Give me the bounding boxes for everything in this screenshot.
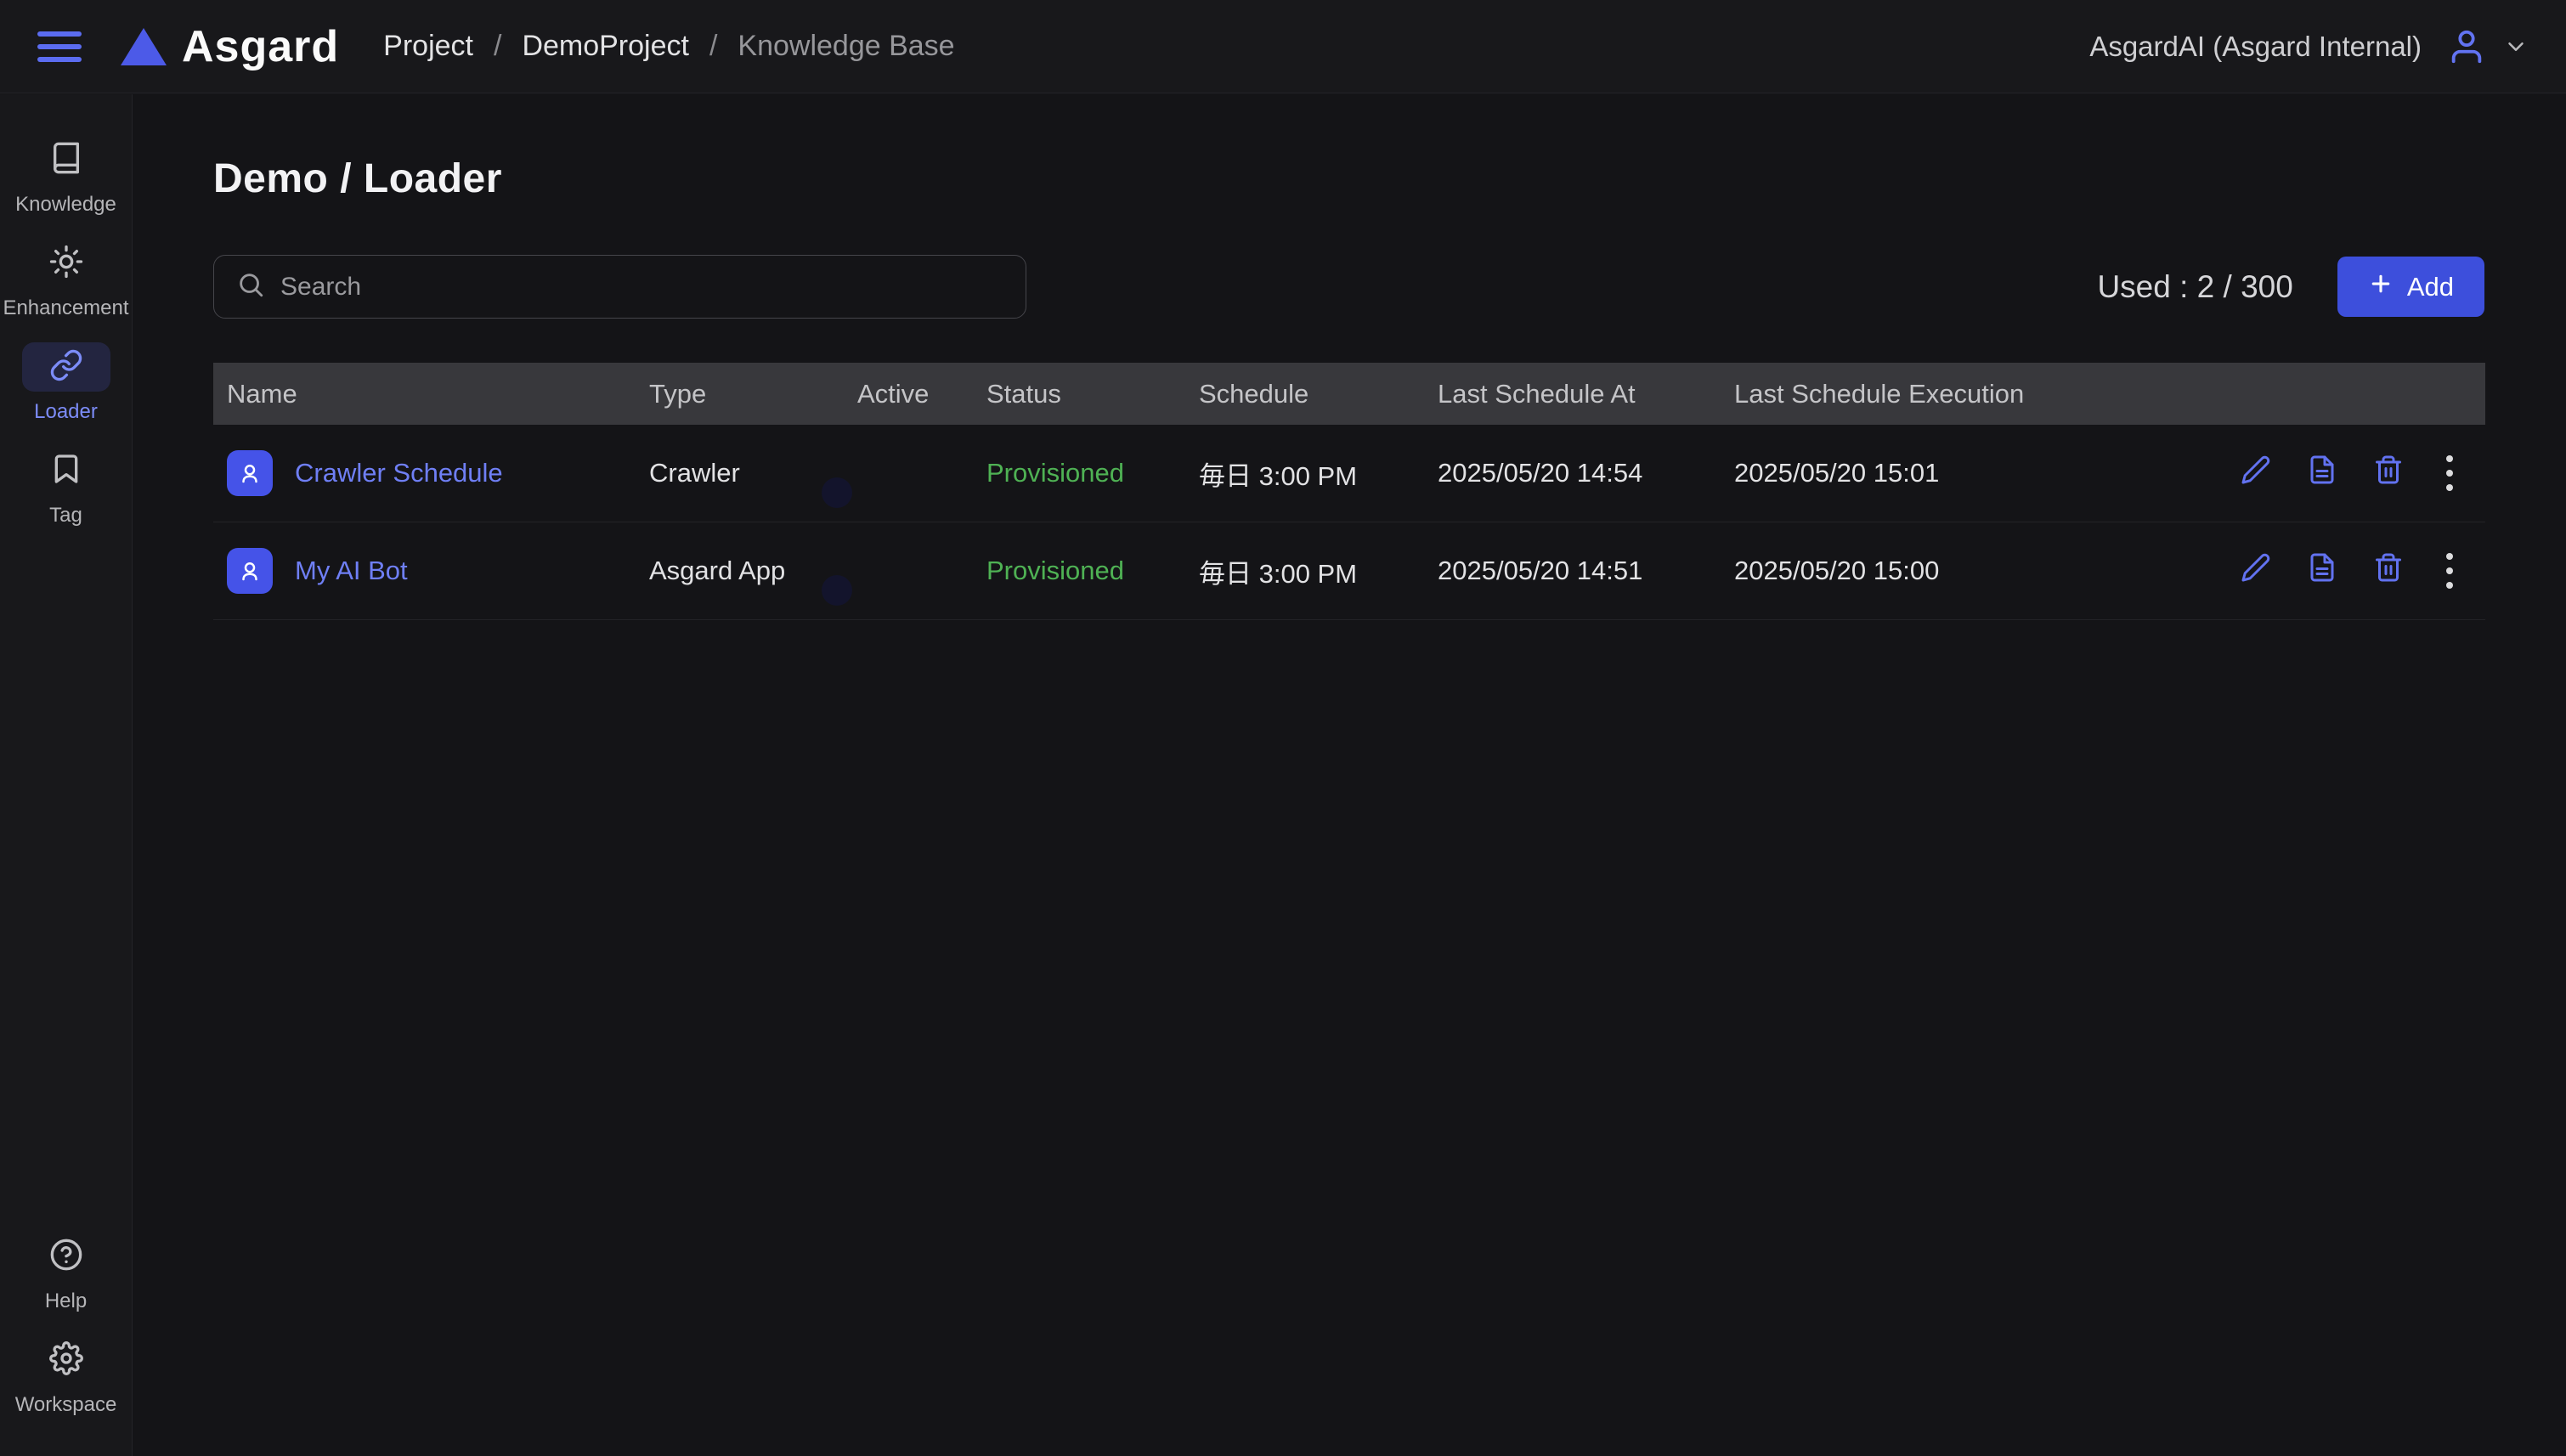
logo-triangle-icon (121, 27, 167, 65)
sidebar-item-knowledge[interactable]: Knowledge (0, 135, 132, 217)
breadcrumb-knowledge-base[interactable]: Knowledge Base (738, 30, 954, 63)
gear-icon (48, 1340, 83, 1380)
sidebar-item-workspace[interactable]: Workspace (0, 1335, 132, 1417)
plus-icon (2368, 271, 2394, 303)
logo[interactable]: Asgard (121, 21, 339, 72)
row-schedule: 毎日 3:00 PM (1199, 558, 1358, 589)
breadcrumb-project[interactable]: Project (383, 30, 473, 63)
row-status: Provisioned (986, 556, 1124, 585)
row-last-schedule-execution: 2025/05/20 15:01 (1734, 458, 1940, 488)
add-button[interactable]: Add (2337, 257, 2484, 317)
book-icon (49, 141, 83, 179)
sidebar-item-label: Knowledge (15, 193, 116, 216)
sidebar-item-label: Help (44, 1290, 88, 1312)
sidebar: Knowledge Enhancement Loader Tag Help Wo… (0, 94, 133, 1456)
edit-icon[interactable] (2241, 552, 2271, 590)
table-header: Name Type Active Status Schedule Last Sc… (213, 363, 2485, 425)
help-icon (49, 1238, 83, 1276)
loader-item-icon (227, 548, 273, 594)
loader-item-icon (227, 450, 273, 496)
account-name: AsgardAI (Asgard Internal) (2089, 30, 2422, 62)
row-name-link[interactable]: Crawler Schedule (295, 458, 503, 488)
sidebar-item-label: Tag (49, 504, 82, 527)
logo-text: Asgard (182, 21, 340, 71)
row-type: Asgard App (649, 556, 786, 585)
sidebar-item-loader[interactable]: Loader (0, 342, 132, 424)
main-content: Demo / Loader Used : 2 / 300 Add Name Ty… (133, 94, 2566, 1456)
hamburger-menu-icon[interactable] (37, 26, 87, 67)
col-active: Active (857, 378, 930, 409)
search-icon (236, 270, 265, 303)
row-schedule: 毎日 3:00 PM (1199, 460, 1358, 491)
breadcrumb-separator: / (493, 30, 502, 62)
table-row: Crawler Schedule Crawler Provisioned 毎日 … (213, 425, 2485, 522)
col-schedule: Schedule (1199, 378, 1309, 409)
search-input[interactable] (280, 272, 1003, 302)
sun-icon (49, 245, 83, 283)
col-name: Name (227, 378, 297, 409)
add-button-label: Add (2406, 271, 2454, 302)
sidebar-item-label: Enhancement (3, 296, 129, 319)
document-icon[interactable] (2307, 454, 2337, 492)
page-title: Demo / Loader (213, 156, 502, 201)
row-status: Provisioned (986, 458, 1124, 488)
document-icon[interactable] (2307, 552, 2337, 590)
col-last-schedule-at: Last Schedule At (1438, 378, 1636, 409)
topbar-right: AsgardAI (Asgard Internal) (2089, 27, 2529, 66)
trash-icon[interactable] (2373, 552, 2404, 590)
edit-icon[interactable] (2241, 454, 2271, 492)
sidebar-item-tag[interactable]: Tag (0, 446, 132, 528)
breadcrumb-separator: / (709, 30, 718, 62)
table-row: My AI Bot Asgard App Provisioned 毎日 3:00… (213, 522, 2485, 620)
row-last-schedule-at: 2025/05/20 14:51 (1438, 556, 1643, 585)
col-type: Type (649, 378, 707, 409)
bookmark-icon (49, 452, 83, 490)
chevron-down-icon[interactable] (2503, 34, 2529, 59)
trash-icon[interactable] (2373, 454, 2404, 492)
link-icon (49, 348, 83, 387)
row-name-link[interactable]: My AI Bot (295, 556, 408, 586)
search-box (213, 255, 1026, 319)
col-status: Status (986, 378, 1061, 409)
controls-row: Used : 2 / 300 Add (213, 255, 2484, 319)
usage-counter: Used : 2 / 300 (2097, 268, 2293, 304)
breadcrumb: Project / DemoProject / Knowledge Base (383, 30, 954, 63)
sidebar-item-help[interactable]: Help (0, 1232, 132, 1313)
col-last-schedule-execution: Last Schedule Execution (1734, 378, 2025, 409)
sidebar-item-enhancement[interactable]: Enhancement (0, 239, 132, 320)
kebab-menu-icon[interactable] (2439, 452, 2460, 494)
row-last-schedule-execution: 2025/05/20 15:00 (1734, 556, 1940, 585)
sidebar-item-label: Loader (34, 400, 98, 423)
row-type: Crawler (649, 458, 740, 488)
breadcrumb-demoproject[interactable]: DemoProject (522, 30, 689, 63)
user-icon[interactable] (2447, 27, 2486, 66)
kebab-menu-icon[interactable] (2439, 550, 2460, 592)
row-last-schedule-at: 2025/05/20 14:54 (1438, 458, 1643, 488)
sidebar-item-label: Workspace (14, 1393, 117, 1416)
loader-table: Name Type Active Status Schedule Last Sc… (213, 363, 2485, 620)
topbar: Asgard Project / DemoProject / Knowledge… (0, 0, 2566, 93)
